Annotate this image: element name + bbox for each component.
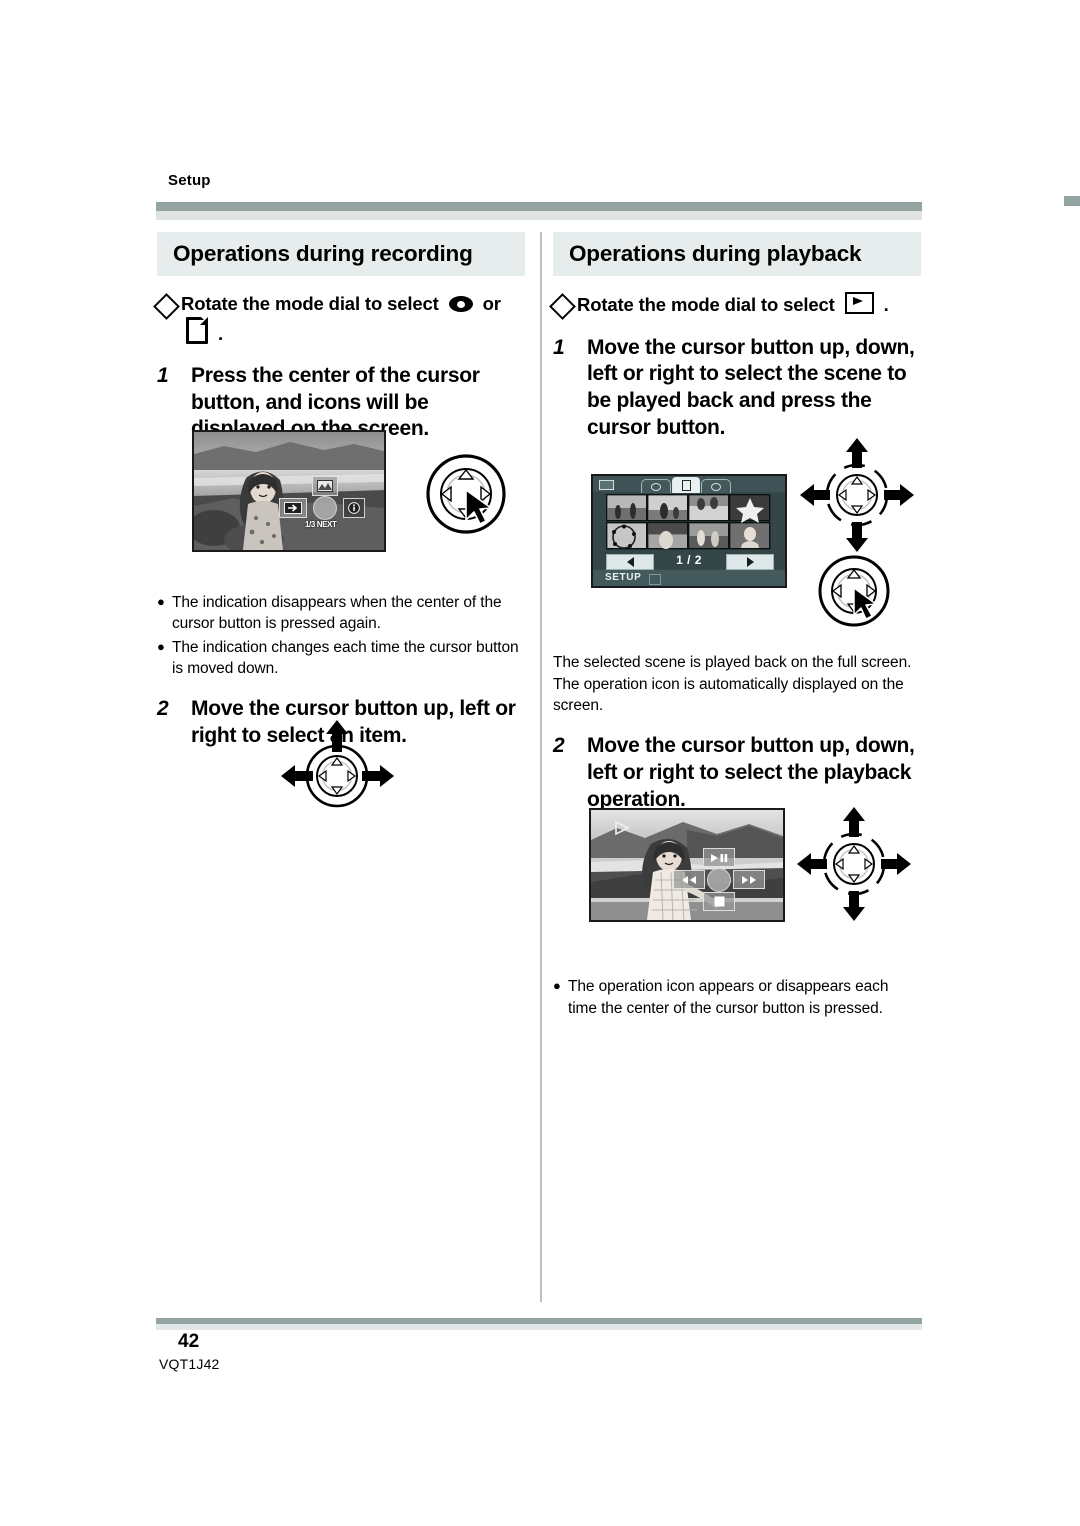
cursor-diagram-four-arrows-top xyxy=(798,436,916,559)
footer-rule xyxy=(156,1318,922,1324)
playback-mode-icon xyxy=(844,292,874,315)
page-indicator: 1 / 2 xyxy=(676,553,702,567)
list-item: ● The indication disappears when the cen… xyxy=(157,592,525,635)
stop-icon[interactable] xyxy=(703,892,735,911)
previous-page-arrow[interactable] xyxy=(606,554,654,570)
left-bullet-2-text: The indication changes each time the cur… xyxy=(172,638,519,678)
list-item: ● The indication changes each time the c… xyxy=(157,637,525,680)
fast-forward-icon[interactable] xyxy=(733,870,765,889)
lcd-playback-screen xyxy=(589,808,785,922)
cursor-press-center-diagram xyxy=(420,448,512,545)
next-label: 1/3 NEXT xyxy=(305,520,337,529)
next-page-arrow[interactable] xyxy=(726,554,774,570)
play-triangle-icon xyxy=(613,820,631,841)
cursor-diagram-four-arrows-bottom xyxy=(795,805,913,928)
bullet-dot-icon: ● xyxy=(553,978,561,994)
document-code: VQT1J42 xyxy=(159,1356,220,1372)
manual-page: Setup Operations during recording Rotate… xyxy=(0,0,1080,1526)
right-step-1-text: Move the cursor button up, down, left or… xyxy=(587,335,915,439)
left-bullet-list: ● The indication disappears when the cen… xyxy=(157,592,525,680)
exit-arrow-glyph xyxy=(284,502,302,514)
scene-mode-glyph xyxy=(317,480,333,492)
cursor-four-arrow-svg-2 xyxy=(797,807,911,921)
left-step-1-number: 1 xyxy=(157,364,169,387)
right-section-title: Operations during playback xyxy=(553,232,921,277)
tape-mode-icon xyxy=(448,296,473,313)
page-number: 42 xyxy=(178,1331,200,1352)
right-step-2: 2 Move the cursor button up, down, left … xyxy=(553,733,921,813)
right-step-2-number: 2 xyxy=(553,734,565,758)
play-pause-glyph xyxy=(711,853,728,862)
cursor-press-center-svg-2 xyxy=(818,555,890,627)
card-mode-icon xyxy=(186,316,208,344)
play-pause-icon[interactable] xyxy=(703,848,735,867)
play-triangle-glyph xyxy=(615,820,630,836)
column-divider xyxy=(540,232,542,1302)
thumbnail-grid xyxy=(606,494,771,550)
running-head: Setup xyxy=(168,172,211,189)
photo-tab-icon xyxy=(701,479,731,493)
right-step-1: 1 Move the cursor button up, down, left … xyxy=(553,335,921,442)
setup-glyph-icon xyxy=(649,574,661,585)
diamond-bullet-icon xyxy=(153,293,180,321)
recording-scene-photo xyxy=(194,432,384,550)
right-bullet-list: ● The operation icon appears or disappea… xyxy=(553,976,921,1019)
bullet-dot-icon: ● xyxy=(157,593,165,609)
list-item: ● The operation icon appears or disappea… xyxy=(553,976,921,1019)
left-lead-in-middle: or xyxy=(482,293,501,315)
cursor-center-icon xyxy=(313,496,337,520)
lcd-recording-screen: 1/3 NEXT xyxy=(192,430,386,552)
right-lead-in: Rotate the mode dial to select . xyxy=(549,292,921,321)
cursor-three-arrow-svg xyxy=(281,720,394,808)
left-section-title: Operations during recording xyxy=(157,232,525,277)
left-step-2-number: 2 xyxy=(157,697,169,721)
info-glyph xyxy=(348,502,360,514)
cursor-press-center-svg xyxy=(426,454,506,534)
card-tab-icon xyxy=(672,477,700,493)
cursor-four-arrow-svg-1 xyxy=(800,438,914,552)
left-lead-in-prefix: Rotate the mode dial to select xyxy=(181,293,439,315)
left-lead-in: Rotate the mode dial to select or . xyxy=(153,292,525,346)
cursor-diagram-up-left-right xyxy=(275,718,400,823)
header-rule xyxy=(156,202,922,211)
right-lead-in-suffix: . xyxy=(883,294,889,316)
right-bullet-1-text: The operation icon appears or disappears… xyxy=(568,978,889,1017)
setup-label: SETUP xyxy=(605,572,642,583)
lcd-thumbnail-grid-screen: 1 / 2 SETUP xyxy=(591,474,787,588)
bullet-dot-icon: ● xyxy=(157,638,165,654)
rewind-glyph xyxy=(682,875,696,884)
cursor-press-center-diagram-right xyxy=(813,550,895,637)
rewind-icon[interactable] xyxy=(673,870,705,889)
info-icon xyxy=(343,498,365,518)
right-step-1-number: 1 xyxy=(553,335,565,359)
fast-forward-glyph xyxy=(742,875,756,884)
right-paragraph: The selected scene is played back on the… xyxy=(553,654,912,714)
right-lead-in-prefix: Rotate the mode dial to select xyxy=(577,294,835,316)
tape-tab-icon xyxy=(641,479,671,493)
exit-arrow-icon xyxy=(279,498,307,518)
left-bullet-1-text: The indication disappears when the cente… xyxy=(172,593,502,633)
right-step-2-text: Move the cursor button up, down, left or… xyxy=(587,734,915,811)
diamond-bullet-icon xyxy=(549,293,576,321)
battery-icon xyxy=(599,480,614,490)
stop-glyph xyxy=(714,896,724,907)
scene-mode-icon xyxy=(312,476,338,496)
cursor-center-icon[interactable] xyxy=(707,868,731,892)
page-edge-marker xyxy=(1064,196,1080,206)
left-lead-in-suffix: . xyxy=(218,322,223,344)
